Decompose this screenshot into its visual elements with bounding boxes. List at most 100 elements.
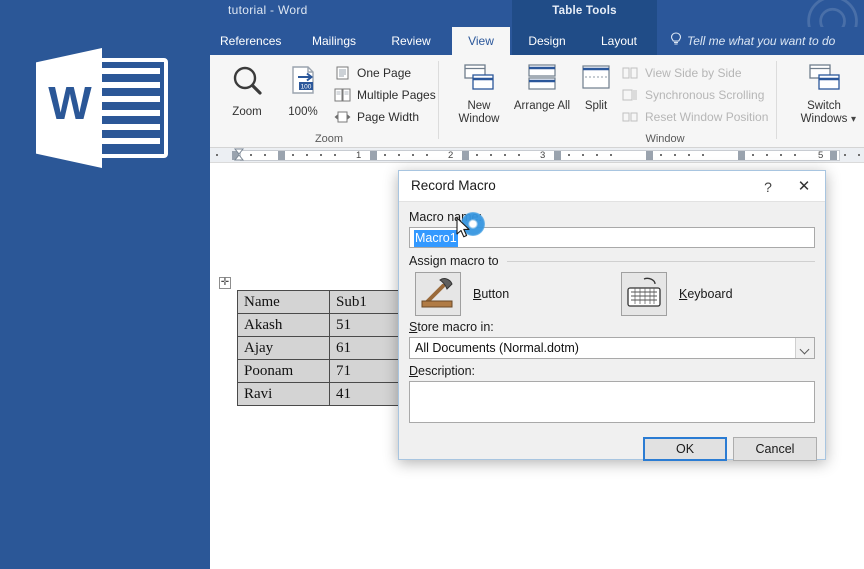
zoom-100-icon: 100 [285, 63, 321, 99]
description-textarea[interactable] [409, 381, 815, 423]
assign-button-label[interactable]: Button [473, 287, 509, 301]
horizontal-ruler[interactable]: 1 2 3 5 [210, 148, 864, 163]
arrange-all-label: Arrange All [512, 100, 572, 113]
synchronous-scrolling-icon [622, 88, 639, 102]
cancel-button[interactable]: Cancel [733, 437, 817, 461]
close-icon[interactable]: ✕ [791, 176, 817, 198]
new-window-button[interactable]: New Window [448, 63, 510, 126]
assign-keyboard-icon-box[interactable] [621, 272, 667, 316]
magnifier-icon [229, 63, 265, 99]
lightbulb-icon [670, 32, 682, 46]
table-cell[interactable]: Ravi [238, 383, 330, 406]
table-cell[interactable]: Poonam [238, 360, 330, 383]
one-page-icon [334, 66, 351, 80]
chevron-down-icon[interactable] [795, 338, 814, 358]
window-title: tutorial - Word [228, 3, 308, 17]
synchronous-scrolling-label: Synchronous Scrolling [645, 88, 764, 102]
split-icon [577, 63, 615, 93]
page-width-button[interactable]: Page Width [334, 109, 419, 125]
reset-window-position-label: Reset Window Position [645, 110, 768, 124]
assign-macro-to-label: Assign macro to [409, 254, 499, 268]
tab-mailings[interactable]: Mailings [300, 27, 368, 55]
dialog-title-bar: Record Macro ? ✕ [399, 171, 825, 202]
tab-view[interactable]: View [452, 27, 510, 55]
switch-windows-icon [802, 63, 846, 93]
reset-window-position-button[interactable]: Reset Window Position [622, 109, 768, 125]
hammer-icon [416, 273, 460, 315]
view-side-by-side-icon [622, 66, 639, 80]
switch-windows-dropdown-arrow-icon[interactable]: ▾ [851, 113, 856, 126]
multiple-pages-label: Multiple Pages [357, 88, 436, 102]
assign-group-divider [507, 261, 815, 262]
dialog-body: Macro name: Macro1 Assign macro to Butto… [399, 202, 825, 459]
store-macro-in-select[interactable]: All Documents (Normal.dotm) [409, 337, 815, 359]
view-side-by-side-label: View Side by Side [645, 66, 742, 80]
store-macro-in-value: All Documents (Normal.dotm) [415, 340, 579, 357]
word-logo: W [36, 48, 170, 168]
page-width-icon [334, 110, 351, 124]
word-logo-letter: W [44, 80, 96, 126]
table-move-handle[interactable]: ✛ [219, 277, 231, 289]
ribbon-view-tab-content: Zoom 100 100% One Page Multiple [210, 55, 864, 148]
zoom-100-button-label: 100% [276, 106, 330, 119]
view-side-by-side-button[interactable]: View Side by Side [622, 65, 742, 81]
assign-keyboard-label[interactable]: Keyboard [679, 287, 733, 301]
ruler-number-5: 5 [818, 148, 823, 163]
dialog-title: Record Macro [411, 178, 496, 193]
tab-references[interactable]: References [210, 27, 286, 55]
store-macro-in-label-rest: tore macro in: [417, 320, 493, 334]
tell-me-label: Tell me what you want to do [687, 34, 835, 48]
new-window-label: New Window [448, 100, 510, 126]
multiple-pages-button[interactable]: Multiple Pages [334, 87, 436, 103]
macro-name-value: Macro1 [414, 230, 458, 247]
zoom-100-button[interactable]: 100 100% [276, 63, 330, 119]
macro-name-input[interactable]: Macro1 [409, 227, 815, 248]
arrange-all-button[interactable]: Arrange All [512, 63, 572, 113]
description-label: Description: [409, 364, 475, 378]
ok-button[interactable]: OK [643, 437, 727, 461]
record-macro-dialog: Record Macro ? ✕ Macro name: Macro1 Assi… [398, 170, 826, 460]
switch-windows-button[interactable]: Switch Windows ▾ [788, 63, 860, 126]
store-macro-in-label: Store macro in: [409, 320, 494, 334]
table-tools-label: Table Tools [512, 5, 657, 17]
table-cell[interactable]: Akash [238, 314, 330, 337]
one-page-label: One Page [357, 66, 411, 80]
context-tools-band: Table Tools [512, 0, 657, 27]
assign-keyboard-label-rest: eyboard [687, 287, 732, 301]
assign-button-icon-box[interactable] [415, 272, 461, 316]
assign-button-label-rest: utton [481, 287, 509, 301]
page-width-label: Page Width [357, 110, 419, 124]
ruler-number-1: 1 [356, 148, 361, 163]
window-group-label: Window [510, 133, 820, 145]
svg-text:100: 100 [301, 84, 312, 91]
description-label-rest: escription: [418, 364, 475, 378]
left-blue-backdrop-panel: W [0, 0, 210, 569]
table-cell[interactable]: Ajay [238, 337, 330, 360]
title-bar: Table Tools tutorial - Word [210, 0, 864, 27]
zoom-button[interactable]: Zoom [220, 63, 274, 119]
macro-name-label: Macro name: [409, 210, 482, 224]
split-button[interactable]: Split [574, 63, 618, 113]
table-cell[interactable]: Name [238, 291, 330, 314]
zoom-button-label: Zoom [220, 106, 274, 119]
tell-me-box[interactable]: Tell me what you want to do [670, 27, 835, 55]
new-window-icon [460, 63, 498, 93]
zoom-group-label: Zoom [220, 133, 438, 145]
help-icon[interactable]: ? [757, 176, 779, 198]
switch-windows-label: Switch Windows [788, 100, 860, 126]
one-page-button[interactable]: One Page [334, 65, 411, 81]
multiple-pages-icon [334, 88, 351, 102]
ruler-number-2: 2 [448, 148, 453, 163]
indent-markers-icon[interactable] [232, 148, 246, 163]
tab-layout[interactable]: Layout [588, 27, 650, 55]
tab-review[interactable]: Review [380, 27, 442, 55]
tab-design[interactable]: Design [516, 27, 578, 55]
synchronous-scrolling-button[interactable]: Synchronous Scrolling [622, 87, 764, 103]
reset-window-position-icon [622, 110, 639, 124]
ribbon-tab-strip: References Mailings Review View Design L… [210, 27, 864, 55]
keyboard-icon [622, 273, 666, 315]
word-application-window: W Table Tools tutorial - Word References… [0, 0, 864, 569]
ruler-number-3: 3 [540, 148, 545, 163]
split-label: Split [574, 100, 618, 113]
arrange-all-icon [523, 63, 561, 93]
